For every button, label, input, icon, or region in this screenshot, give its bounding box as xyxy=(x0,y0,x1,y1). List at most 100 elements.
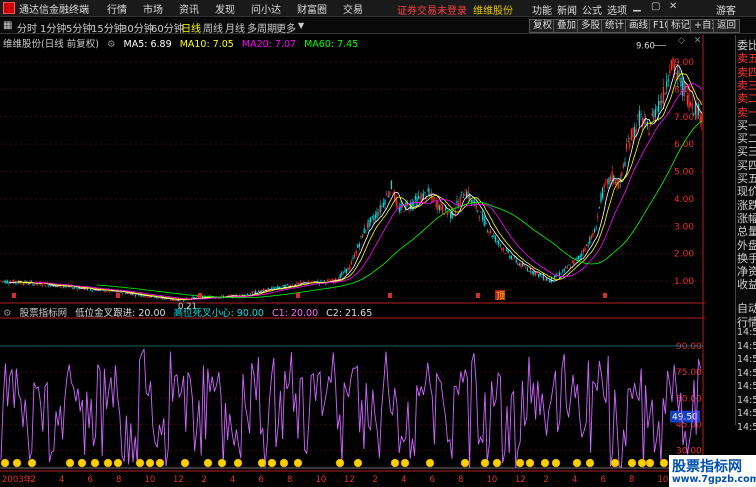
time-tick-label: 10 xyxy=(487,475,498,485)
quote-side-panel: 委比 卖五 卖四 卖三 卖二 卖一 买一 买二 买三 买四 买五 现价 涨跌 涨幅 总量 外盘 换手 净资 收益 自动… xyxy=(735,35,756,433)
smiley-signal-icon xyxy=(525,458,535,468)
more-dropdown-icon[interactable]: ▼ xyxy=(298,21,304,30)
candle-body xyxy=(483,217,485,226)
candle-body xyxy=(368,219,370,228)
candle-body xyxy=(34,283,36,285)
chart-title: 维维股份(日线 前复权) xyxy=(3,39,99,50)
candle-body xyxy=(499,244,501,246)
ding-marker: 顶 xyxy=(496,291,505,302)
candle-body xyxy=(341,272,343,276)
candle-body xyxy=(381,205,383,208)
indicator-settings-icon[interactable]: ⚙ xyxy=(3,308,12,319)
time-tick-label: 10 xyxy=(316,475,327,485)
maximize-icon[interactable]: ▢ xyxy=(651,1,660,12)
candle-body xyxy=(109,290,111,292)
menu-gongshi[interactable]: 公式 xyxy=(582,2,602,17)
period-more[interactable]: 更多 xyxy=(276,20,296,35)
period-5min[interactable]: 5分钟 xyxy=(66,20,92,35)
candle-body xyxy=(344,269,346,273)
toolbar-tongji[interactable]: 统计 xyxy=(601,19,629,33)
candle-body xyxy=(234,294,236,296)
menu-xuanxiang[interactable]: 选项 xyxy=(607,2,627,17)
candle-body xyxy=(507,250,509,253)
smiley-signal-icon xyxy=(279,458,289,468)
smiley-signal-icon xyxy=(203,458,213,468)
menu-shichang[interactable]: 市场 xyxy=(135,1,171,16)
indicator-c2: C2: 21.65 xyxy=(326,308,373,319)
minimize-icon[interactable]: ▁ xyxy=(633,1,641,12)
watermark-url: www.7gpzb.com xyxy=(672,474,756,485)
toolbar-fuquan[interactable]: 复权 xyxy=(529,19,557,33)
candle-body xyxy=(573,260,575,264)
chart-close-icon[interactable]: ✕ xyxy=(694,36,702,46)
menu-zixun[interactable]: 资讯 xyxy=(171,1,207,16)
period-15min[interactable]: 15分钟 xyxy=(91,20,124,35)
toolbar-diejia[interactable]: 叠加 xyxy=(553,19,581,33)
kline-chart[interactable]: 9.008.007.006.005.004.003.002.001.0090.0… xyxy=(0,35,705,485)
time-tick-label: 2 xyxy=(544,475,549,485)
candle-body xyxy=(672,57,674,68)
candle-body xyxy=(690,102,692,107)
candle-body xyxy=(624,162,626,166)
login-notice[interactable]: 证券交易未登录 xyxy=(397,6,467,17)
menu-caifuquan[interactable]: 财富圈 xyxy=(289,1,335,16)
candle-body xyxy=(467,190,469,199)
toolbar-duogu[interactable]: 多股 xyxy=(577,19,605,33)
period-fenshi[interactable]: 分时 xyxy=(17,20,37,35)
candle-body xyxy=(50,285,52,287)
period-30min[interactable]: 30分钟 xyxy=(121,20,154,35)
candle-body xyxy=(595,228,597,230)
menu-hangqing[interactable]: 行情 xyxy=(99,1,135,16)
candle-body xyxy=(323,280,325,282)
diamond-icon[interactable]: ◇ xyxy=(678,36,685,46)
settings-icon[interactable]: ⚙ xyxy=(107,39,116,50)
menu-faxian[interactable]: 发现 xyxy=(207,1,243,16)
smiley-signal-icon xyxy=(572,458,582,468)
menu-gongneng[interactable]: 功能 xyxy=(532,2,552,17)
site-watermark: 股票指标网 www.7gpzb.com xyxy=(669,455,756,487)
candle-body xyxy=(651,113,653,116)
candle-body xyxy=(371,215,373,218)
trade-notice[interactable]: 证券交易未登录 维维股份 xyxy=(397,2,513,17)
candle-body xyxy=(22,282,24,285)
toolbar-fanhui[interactable]: 返回 xyxy=(713,19,741,33)
candle-body xyxy=(587,245,589,247)
candle-body xyxy=(435,201,437,208)
period-day[interactable]: 日线 xyxy=(181,20,201,35)
candle-body xyxy=(490,230,492,234)
candle-body xyxy=(165,298,167,300)
period-month[interactable]: 月线 xyxy=(225,20,245,35)
candle-body xyxy=(653,110,655,120)
menu-wenxiaoda[interactable]: 问小达 xyxy=(243,1,289,16)
candle-body xyxy=(626,144,628,150)
time-tick-label: 8 xyxy=(116,475,121,485)
candle-body xyxy=(488,231,490,233)
candle-body xyxy=(579,255,581,258)
tick-time: 14:56 xyxy=(737,394,756,406)
toolbar-huaxian[interactable]: 画线 xyxy=(625,19,653,33)
candle-body xyxy=(270,287,272,289)
candle-body xyxy=(440,203,442,210)
candle-body xyxy=(514,256,516,258)
event-marker xyxy=(12,293,16,298)
menu-jiaoyi[interactable]: 交易 xyxy=(335,1,371,16)
guest-label[interactable]: 游客 xyxy=(716,2,736,17)
candle-body xyxy=(138,295,140,297)
candle-body xyxy=(352,257,354,259)
period-bar: ▦ 分时 1分钟 5分钟 15分钟 30分钟 60分钟 日线 周线 月线 多周期… xyxy=(0,18,756,35)
candle-body xyxy=(221,295,223,297)
candle-body xyxy=(520,262,522,268)
candle-body xyxy=(27,283,29,285)
time-tick-label: 8 xyxy=(287,475,292,485)
period-week[interactable]: 周线 xyxy=(203,20,223,35)
period-multi[interactable]: 多周期 xyxy=(247,20,277,35)
period-60min[interactable]: 60分钟 xyxy=(151,20,184,35)
menu-xinwen[interactable]: 新闻 xyxy=(557,2,577,17)
icon-grid-icon[interactable]: ▦ xyxy=(3,20,12,31)
candle-body xyxy=(560,273,562,275)
candle-body xyxy=(542,275,544,280)
candle-body xyxy=(253,291,255,293)
period-1min[interactable]: 1分钟 xyxy=(40,20,66,35)
indicator-c1: C1: 20.00 xyxy=(272,308,319,319)
close-icon[interactable]: ✕ xyxy=(669,1,677,12)
